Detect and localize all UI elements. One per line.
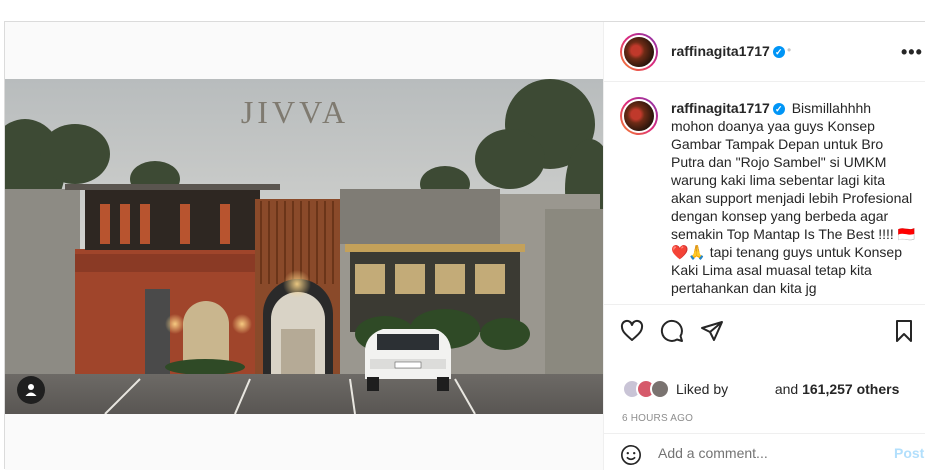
post-photo[interactable]: JIVVA <box>5 79 603 414</box>
caption-text: Bismillahhhh mohon doanya yaa guys Konse… <box>671 100 916 296</box>
verified-badge-icon: ✓ <box>772 46 785 58</box>
emoji-icon[interactable] <box>620 444 642 471</box>
caption-username-link[interactable]: raffinagita1717 ✓ <box>671 100 785 116</box>
post-sidebar: raffinagita1717 ✓ • ••• raffinagita1717 ✓ … <box>603 22 925 470</box>
more-options-icon[interactable]: ••• <box>901 42 923 63</box>
post-timestamp[interactable]: 6 HOURS AGO <box>622 413 693 424</box>
building-rendering: JIVVA <box>5 79 603 414</box>
heart-icon[interactable] <box>620 319 644 348</box>
caption-avatar[interactable] <box>620 97 658 135</box>
jivva-logo: JIVVA <box>241 94 349 130</box>
likes-text: Liked by and 161,257 others <box>676 381 900 397</box>
verified-badge-icon: ✓ <box>772 103 785 115</box>
separator-dot: • <box>787 43 792 57</box>
bookmark-icon[interactable] <box>892 319 916 348</box>
action-bar: Liked by and 161,257 others 6 HOURS AGO … <box>604 304 925 470</box>
avatar[interactable] <box>620 33 658 71</box>
likes-summary[interactable]: Liked by and 161,257 others <box>622 378 899 400</box>
post-comment-button[interactable]: Post <box>894 445 924 461</box>
comment-input[interactable] <box>658 442 878 464</box>
post-modal: JIVVA raffinagita1717 ✓ • ••• raffinagit… <box>4 21 925 470</box>
post-caption: raffinagita1717 ✓ Bismillahhhh mohon doan… <box>671 99 916 299</box>
liker-avatar <box>650 379 670 399</box>
username-link[interactable]: raffinagita1717 ✓ <box>671 43 785 59</box>
comment-icon[interactable] <box>660 319 684 348</box>
share-icon[interactable] <box>700 319 724 348</box>
user-tag-button[interactable] <box>17 376 45 404</box>
user-tag-icon <box>25 384 37 396</box>
comment-form: Post <box>604 433 925 471</box>
post-header: raffinagita1717 ✓ • ••• <box>604 22 925 82</box>
post-media: JIVVA <box>5 22 603 470</box>
